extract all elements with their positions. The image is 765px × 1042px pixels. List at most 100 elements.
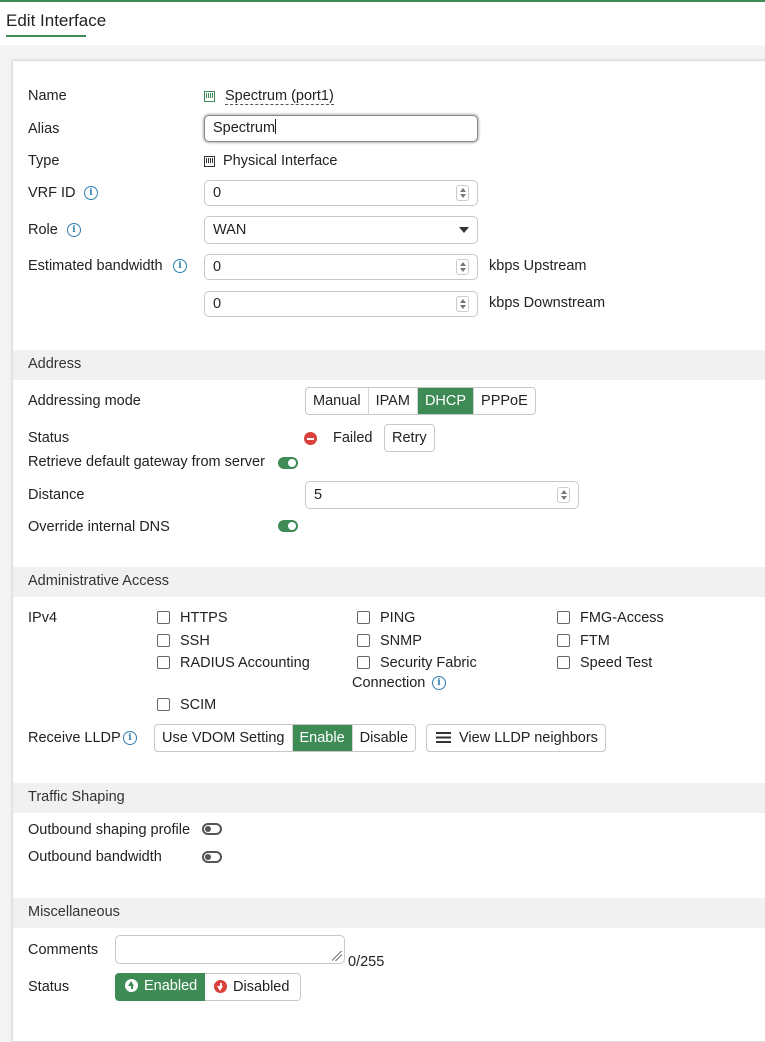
arrow-up-icon bbox=[125, 979, 138, 992]
downstream-unit: kbps Downstream bbox=[489, 295, 606, 311]
comments-counter: 0/255 bbox=[348, 954, 385, 970]
retry-button[interactable]: Retry bbox=[384, 424, 435, 452]
ping-checkbox[interactable] bbox=[357, 611, 370, 624]
addressing-mode-toggle: Manual IPAM DHCP PPPoE bbox=[305, 387, 536, 415]
upstream-input[interactable]: 0 bbox=[204, 254, 478, 280]
physical-port-icon bbox=[204, 156, 215, 167]
ipv4-label: IPv4 bbox=[28, 610, 58, 626]
downstream-value: 0 bbox=[213, 296, 222, 312]
info-icon[interactable]: i bbox=[123, 731, 137, 745]
role-value: WAN bbox=[213, 222, 247, 238]
list-icon bbox=[436, 732, 451, 743]
ethernet-port-icon bbox=[204, 91, 215, 102]
title-underline bbox=[6, 35, 86, 37]
https-checkbox[interactable] bbox=[157, 611, 170, 624]
ftm-checkbox[interactable] bbox=[557, 634, 570, 647]
view-lldp-neighbors-button[interactable]: View LLDP neighbors bbox=[426, 724, 606, 752]
spinner-icon[interactable] bbox=[456, 296, 469, 312]
upstream-value: 0 bbox=[213, 259, 222, 275]
status-label: Status bbox=[28, 979, 70, 995]
ping-label: PING bbox=[380, 610, 416, 626]
type-label: Type bbox=[28, 153, 60, 169]
spinner-icon[interactable] bbox=[456, 185, 469, 201]
alias-input[interactable]: Spectrum bbox=[204, 115, 478, 142]
receive-lldp-label: Receive LLDP bbox=[28, 730, 121, 746]
outbound-shaping-profile-label: Outbound shaping profile bbox=[28, 822, 191, 838]
status-enabled-button[interactable]: Enabled bbox=[115, 973, 206, 1001]
miscellaneous-section-header: Miscellaneous bbox=[13, 898, 765, 928]
mode-manual[interactable]: Manual bbox=[306, 388, 369, 414]
spinner-icon[interactable] bbox=[456, 259, 469, 275]
fmg-access-checkbox[interactable] bbox=[557, 611, 570, 624]
comments-textarea[interactable] bbox=[115, 935, 345, 964]
vrf-id-label: VRF ID bbox=[28, 185, 76, 201]
form-card bbox=[12, 60, 765, 1042]
section-title: Miscellaneous bbox=[28, 904, 120, 920]
info-icon[interactable]: i bbox=[432, 676, 446, 690]
role-select[interactable]: WAN bbox=[204, 216, 478, 244]
speed-test-checkbox[interactable] bbox=[557, 656, 570, 669]
security-fabric-checkbox[interactable] bbox=[357, 656, 370, 669]
lldp-use-vdom[interactable]: Use VDOM Setting bbox=[155, 725, 293, 751]
interface-name: Spectrum (port1) bbox=[225, 88, 334, 105]
view-lldp-label: View LLDP neighbors bbox=[459, 730, 598, 746]
alias-label: Alias bbox=[28, 121, 60, 137]
scim-label: SCIM bbox=[180, 697, 217, 713]
snmp-checkbox[interactable] bbox=[357, 634, 370, 647]
https-label: HTTPS bbox=[180, 610, 228, 626]
status-value: Failed bbox=[333, 430, 373, 446]
comments-label: Comments bbox=[28, 942, 99, 958]
downstream-input[interactable]: 0 bbox=[204, 291, 478, 317]
disabled-label: Disabled bbox=[233, 979, 290, 995]
speed-test-label: Speed Test bbox=[580, 655, 653, 671]
outbound-bandwidth-toggle[interactable] bbox=[202, 851, 222, 863]
info-icon[interactable]: i bbox=[173, 259, 187, 273]
ssh-checkbox[interactable] bbox=[157, 634, 170, 647]
outbound-bandwidth-label: Outbound bandwidth bbox=[28, 849, 162, 865]
vrf-id-input[interactable]: 0 bbox=[204, 180, 478, 206]
spinner-icon[interactable] bbox=[557, 487, 570, 503]
scim-checkbox[interactable] bbox=[157, 698, 170, 711]
mode-dhcp[interactable]: DHCP bbox=[417, 388, 475, 414]
mode-ipam[interactable]: IPAM bbox=[369, 388, 418, 414]
lldp-enable[interactable]: Enable bbox=[292, 725, 353, 751]
addressing-mode-label: Addressing mode bbox=[28, 393, 141, 409]
upstream-unit: kbps Upstream bbox=[489, 258, 587, 274]
vrf-id-value: 0 bbox=[213, 185, 222, 201]
ssh-label: SSH bbox=[180, 633, 210, 649]
title-bar: Edit Interface bbox=[0, 2, 765, 45]
override-dns-toggle[interactable] bbox=[278, 520, 298, 532]
distance-input[interactable]: 5 bbox=[305, 481, 579, 509]
alias-value: Spectrum bbox=[213, 120, 276, 136]
info-icon[interactable]: i bbox=[84, 186, 98, 200]
fmg-access-label: FMG-Access bbox=[580, 610, 664, 626]
section-title: Traffic Shaping bbox=[28, 789, 125, 805]
security-fabric-label-2: Connection bbox=[352, 675, 426, 691]
type-value: Physical Interface bbox=[223, 153, 338, 169]
error-icon bbox=[304, 432, 317, 445]
snmp-label: SNMP bbox=[380, 633, 422, 649]
status-disabled-button[interactable]: Disabled bbox=[205, 973, 301, 1001]
section-title: Address bbox=[28, 356, 82, 372]
gateway-label: Retrieve default gateway from server bbox=[28, 454, 265, 470]
mode-pppoe[interactable]: PPPoE bbox=[474, 388, 535, 414]
info-icon[interactable]: i bbox=[67, 223, 81, 237]
outbound-shaping-profile-toggle[interactable] bbox=[202, 823, 222, 835]
override-dns-label: Override internal DNS bbox=[28, 519, 170, 535]
enabled-label: Enabled bbox=[144, 978, 198, 994]
traffic-shaping-section-header: Traffic Shaping bbox=[13, 783, 765, 813]
distance-value: 5 bbox=[314, 487, 323, 503]
lldp-disable[interactable]: Disable bbox=[353, 725, 415, 751]
status-label: Status bbox=[28, 430, 70, 446]
chevron-down-icon bbox=[459, 227, 469, 233]
radius-accounting-checkbox[interactable] bbox=[157, 656, 170, 669]
gateway-toggle[interactable] bbox=[278, 457, 298, 469]
radius-accounting-label: RADIUS Accounting bbox=[180, 655, 310, 671]
section-title: Administrative Access bbox=[28, 573, 170, 589]
page-title: Edit Interface bbox=[6, 11, 107, 30]
admin-access-section-header: Administrative Access bbox=[13, 567, 765, 597]
address-section-header: Address bbox=[13, 350, 765, 380]
distance-label: Distance bbox=[28, 487, 85, 503]
resize-handle-icon[interactable] bbox=[332, 951, 342, 961]
ftm-label: FTM bbox=[580, 633, 610, 649]
